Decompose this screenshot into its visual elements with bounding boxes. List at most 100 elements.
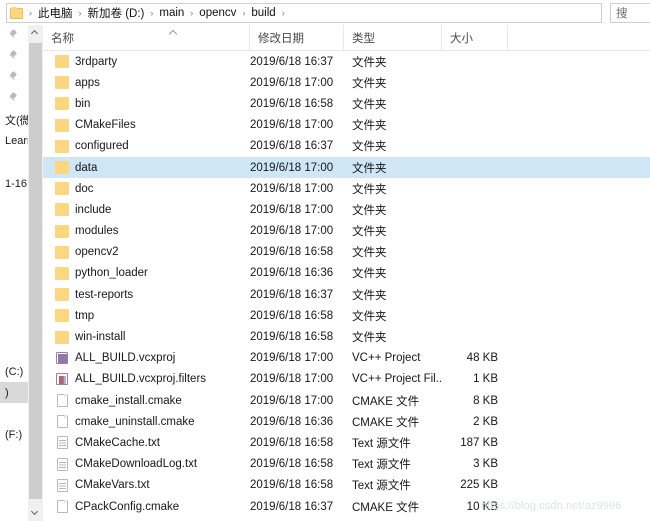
table-row[interactable]: 3rdparty 2019/6/18 16:37 文件夹 xyxy=(43,51,650,72)
table-row[interactable]: ALL_BUILD.vcxproj.filters 2019/6/18 17:00… xyxy=(43,369,650,390)
table-row[interactable]: cmake_uninstall.cmake 2019/6/18 16:36 CMAK… xyxy=(43,411,650,432)
folder-icon xyxy=(10,6,23,19)
file-name-cell: configured xyxy=(43,139,250,153)
file-size-cell: 225 KB xyxy=(460,479,498,492)
nav-item-7[interactable]: 1-16第 xyxy=(0,172,28,193)
column-header-size-label: 大小 xyxy=(450,32,473,45)
nav-item-4[interactable]: 文(微机原 xyxy=(0,109,28,130)
breadcrumb-item-4[interactable]: build xyxy=(249,7,277,19)
file-type-cell: 文件夹 xyxy=(352,204,387,217)
scroll-up-arrow-icon[interactable] xyxy=(28,25,43,41)
nav-item-10[interactable] xyxy=(0,235,28,256)
folder-icon xyxy=(55,139,69,153)
nav-item-12[interactable] xyxy=(0,277,28,298)
file-date-cell: 2019/6/18 16:58 xyxy=(250,97,334,110)
file-date-cell: 2019/6/18 16:37 xyxy=(250,500,334,513)
document-icon xyxy=(56,394,68,408)
table-row[interactable]: apps 2019/6/18 17:00 文件夹 xyxy=(43,72,650,93)
nav-item-16[interactable]: (C:) xyxy=(0,361,28,382)
scrollbar-thumb[interactable] xyxy=(29,43,42,499)
table-row[interactable]: python_loader 2019/6/18 16:36 文件夹 xyxy=(43,263,650,284)
file-date-cell: 2019/6/18 17:00 xyxy=(250,352,334,365)
document-icon xyxy=(56,415,68,429)
breadcrumb-separator: › xyxy=(242,8,246,18)
folder-icon xyxy=(55,76,69,90)
nav-item-3[interactable] xyxy=(0,88,28,109)
navigation-pane: 文(微机原 Learn 1-16第 (C:)) (F:) xyxy=(0,25,28,521)
column-header-type[interactable]: 类型 xyxy=(344,25,442,50)
address-bar: › 此电脑 › 新加卷 (D:) › main › opencv › build › 搜 xyxy=(0,0,650,25)
file-date-cell: 2019/6/18 17:00 xyxy=(250,76,334,89)
table-row[interactable]: bin 2019/6/18 16:58 文件夹 xyxy=(43,93,650,114)
table-row[interactable]: CMakeCache.txt 2019/6/18 16:58 Text 源文件 187… xyxy=(43,432,650,453)
table-row[interactable]: include 2019/6/18 17:00 文件夹 xyxy=(43,199,650,220)
nav-item-5[interactable]: Learn xyxy=(0,130,28,151)
nav-item-label: (F:) xyxy=(5,428,23,441)
text-file-icon xyxy=(56,436,68,450)
file-explorer-window: ›此电脑›新加卷 (D:)›main›opencv›build› 搜 文(微机原… xyxy=(0,0,650,521)
table-row[interactable]: CPackSourceConfig.cmake2019/6/18 16:37CM… xyxy=(43,517,650,521)
nav-item-label: ) xyxy=(5,386,9,399)
breadcrumb-address-field[interactable]: › 此电脑 › 新加卷 (D:) › main › opencv › build › xyxy=(6,3,602,23)
file-date-cell: 2019/6/18 17:00 xyxy=(250,373,334,386)
folder-icon xyxy=(55,309,69,323)
nav-item-1[interactable] xyxy=(0,46,28,67)
nav-item-19[interactable]: (F:) xyxy=(0,424,28,445)
nav-item-14[interactable] xyxy=(0,319,28,340)
folder-icon xyxy=(55,161,69,175)
file-type-cell: 文件夹 xyxy=(352,162,387,175)
breadcrumb-item-3[interactable]: opencv xyxy=(197,7,238,19)
table-row[interactable]: win-install 2019/6/18 16:58 文件夹 xyxy=(43,326,650,347)
nav-item-17[interactable]: ) xyxy=(0,382,28,403)
breadcrumb-item-1[interactable]: 新加卷 (D:) xyxy=(86,5,147,21)
table-row[interactable]: tmp 2019/6/18 16:58 文件夹 xyxy=(43,305,650,326)
nav-item-9[interactable] xyxy=(0,214,28,235)
file-name-cell: data xyxy=(43,161,250,175)
file-name-cell: win-install xyxy=(43,330,250,344)
file-date-cell: 2019/6/18 16:37 xyxy=(250,288,334,301)
file-list[interactable]: 3rdparty 2019/6/18 16:37 文件夹 apps 2019/6/18 … xyxy=(43,51,650,521)
file-name-cell: CPackConfig.cmake xyxy=(43,500,250,514)
table-row[interactable]: ALL_BUILD.vcxproj 2019/6/18 17:00 VC++ Pro… xyxy=(43,348,650,369)
nav-item-0[interactable] xyxy=(0,25,28,46)
file-name-cell: opencv2 xyxy=(43,245,250,259)
file-date-cell: 2019/6/18 16:58 xyxy=(250,331,334,344)
nav-item-2[interactable] xyxy=(0,67,28,88)
table-row[interactable]: opencv2 2019/6/18 16:58 文件夹 xyxy=(43,242,650,263)
nav-item-15[interactable] xyxy=(0,340,28,361)
column-header-size[interactable]: 大小 xyxy=(442,25,508,50)
navigation-pane-scrollbar[interactable] xyxy=(28,25,43,521)
file-name-label: bin xyxy=(75,97,91,110)
column-header-date[interactable]: 修改日期 xyxy=(250,25,344,50)
file-name-cell: cmake_install.cmake xyxy=(43,394,250,408)
table-row[interactable]: CMakeDownloadLog.txt 2019/6/18 16:58 Text … xyxy=(43,454,650,475)
file-size-cell: 2 KB xyxy=(473,415,498,428)
table-row[interactable]: CMakeFiles 2019/6/18 17:00 文件夹 xyxy=(43,115,650,136)
table-row[interactable]: modules 2019/6/18 17:00 文件夹 xyxy=(43,221,650,242)
nav-item-13[interactable] xyxy=(0,298,28,319)
text-file-icon xyxy=(56,478,68,492)
table-row[interactable]: data 2019/6/18 17:00 文件夹 xyxy=(43,156,650,179)
pin-icon xyxy=(8,93,19,104)
table-row[interactable]: CMakeVars.txt 2019/6/18 16:58 Text 源文件 225 … xyxy=(43,475,650,496)
nav-item-8[interactable] xyxy=(0,193,28,214)
table-row[interactable]: cmake_install.cmake 2019/6/18 17:00 CMAKE … xyxy=(43,390,650,411)
table-row[interactable]: test-reports 2019/6/18 16:37 文件夹 xyxy=(43,284,650,305)
scroll-down-arrow-icon[interactable] xyxy=(28,505,43,521)
file-date-cell: 2019/6/18 16:37 xyxy=(250,140,334,153)
table-row[interactable]: configured 2019/6/18 16:37 文件夹 xyxy=(43,136,650,157)
breadcrumb-separator: › xyxy=(150,8,154,18)
file-name-cell: tmp xyxy=(43,309,250,323)
nav-item-18[interactable] xyxy=(0,403,28,424)
search-input[interactable]: 搜 xyxy=(610,3,650,23)
nav-item-6[interactable] xyxy=(0,151,28,172)
folder-icon xyxy=(55,97,69,111)
file-date-cell: 2019/6/18 17:00 xyxy=(250,182,334,195)
breadcrumb-item-2[interactable]: main xyxy=(157,7,186,19)
column-header-name[interactable]: 名称 xyxy=(43,25,250,50)
table-row[interactable]: doc 2019/6/18 17:00 文件夹 xyxy=(43,178,650,199)
file-type-cell: 文件夹 xyxy=(352,120,387,133)
file-name-label: include xyxy=(75,203,112,216)
breadcrumb-item-0[interactable]: 此电脑 xyxy=(36,5,75,21)
nav-item-11[interactable] xyxy=(0,256,28,277)
